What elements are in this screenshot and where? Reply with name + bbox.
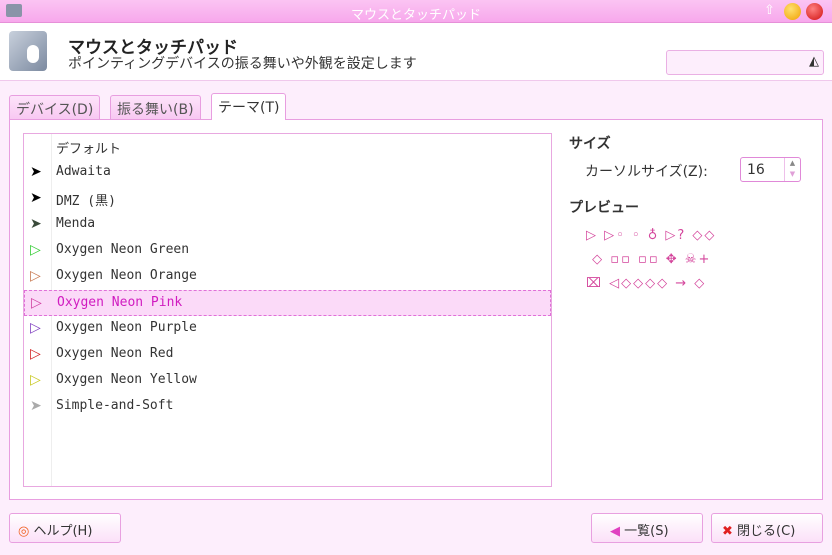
- close-window-button[interactable]: [806, 3, 823, 20]
- close-icon: ✖: [722, 524, 733, 539]
- tab-theme[interactable]: テーマ(T): [211, 93, 287, 120]
- window-title: マウスとタッチパッド: [350, 8, 481, 23]
- theme-label: Menda: [56, 216, 96, 231]
- theme-item[interactable]: ➤ Adwaita: [24, 160, 551, 186]
- back-arrow-icon: ◀: [610, 524, 620, 539]
- close-button[interactable]: ✖ 閉じる(C): [711, 513, 823, 543]
- theme-item[interactable]: ▷ Oxygen Neon Red: [24, 342, 551, 368]
- size-heading: サイズ: [569, 136, 611, 152]
- theme-label: Oxygen Neon Orange: [56, 268, 197, 283]
- theme-item[interactable]: ▷ Oxygen Neon Green: [24, 238, 551, 264]
- clear-icon[interactable]: ◭: [809, 54, 819, 69]
- close-label: 閉じる(C): [737, 524, 796, 539]
- theme-label: DMZ (黒): [56, 194, 116, 209]
- help-button[interactable]: ◎ ヘルプ(H): [9, 513, 121, 543]
- cursor-icon: ➤: [30, 398, 42, 414]
- page-subtitle: ポインティングデバイスの振る舞いや外観を設定します: [68, 56, 417, 72]
- cursor-icon: ▷: [30, 346, 41, 362]
- theme-item[interactable]: ➤ Simple-and-Soft: [24, 394, 551, 420]
- cursor-icon: ▷: [30, 268, 41, 284]
- header: マウスとタッチパッド ポインティングデバイスの振る舞いや外観を設定します ◭: [0, 23, 832, 81]
- overview-label: 一覧(S): [624, 524, 669, 539]
- preview-row: ▷ ▷◦ ◦ ♁ ▷? ◇◇: [586, 228, 717, 243]
- theme-label: Adwaita: [56, 164, 111, 179]
- theme-label: Oxygen Neon Red: [56, 346, 174, 361]
- help-icon: ◎: [18, 524, 30, 539]
- cursor-icon: [30, 138, 46, 156]
- theme-label: Oxygen Neon Green: [56, 242, 190, 257]
- cursor-size-value: 16: [747, 162, 765, 178]
- cursor-icon: ▷: [30, 320, 41, 336]
- preview-row: ◇ ▫▫ ▫▫ ✥ ☠+: [586, 252, 712, 267]
- cursor-icon: ▷: [31, 295, 42, 311]
- theme-item[interactable]: ▷ Oxygen Neon Pink: [24, 290, 551, 316]
- theme-label: Simple-and-Soft: [56, 398, 174, 413]
- theme-item[interactable]: ▷ Oxygen Neon Purple: [24, 316, 551, 342]
- cursor-icon: ➤: [30, 190, 42, 206]
- help-label: ヘルプ(H): [33, 524, 93, 539]
- theme-label: Oxygen Neon Yellow: [56, 372, 197, 387]
- theme-item[interactable]: デフォルト: [24, 134, 551, 160]
- spin-up-icon[interactable]: ▲: [785, 158, 800, 169]
- spin-down-icon[interactable]: ▼: [785, 169, 800, 180]
- theme-item[interactable]: ▷ Oxygen Neon Yellow: [24, 368, 551, 394]
- theme-item[interactable]: ➤ Menda: [24, 212, 551, 238]
- theme-item[interactable]: ➤ DMZ (黒): [24, 186, 551, 212]
- theme-label: Oxygen Neon Purple: [56, 320, 197, 335]
- theme-label: Oxygen Neon Pink: [57, 295, 183, 310]
- touchpad-icon: [9, 31, 47, 71]
- tab-devices[interactable]: デバイス(D): [9, 95, 101, 119]
- theme-label: デフォルト: [56, 142, 122, 157]
- minimize-button[interactable]: [784, 3, 801, 20]
- theme-item[interactable]: ▷ Oxygen Neon Orange: [24, 264, 551, 290]
- search-input[interactable]: ◭: [666, 50, 824, 75]
- title-bar: マウスとタッチパッド ⇧: [0, 0, 832, 23]
- cursor-icon: ➤: [30, 216, 42, 232]
- cursor-icon: ▷: [30, 372, 41, 388]
- cursor-preview: ▷ ▷◦ ◦ ♁ ▷? ◇◇ ◇ ▫▫ ▫▫ ✥ ☠+ ⌧ ◁◇◇◇◇ → ◇: [586, 224, 756, 296]
- cursor-size-label: カーソルサイズ(Z):: [585, 164, 708, 180]
- cursor-size-spinbox[interactable]: 16 ▲ ▼: [740, 157, 801, 182]
- preview-row: ⌧ ◁◇◇◇◇ → ◇: [586, 276, 707, 291]
- keep-above-icon[interactable]: ⇧: [764, 3, 775, 18]
- tab-behavior[interactable]: 振る舞い(B): [110, 95, 201, 119]
- theme-list[interactable]: デフォルト ➤ Adwaita ➤ DMZ (黒) ➤ Menda ▷ Oxygen Neon …: [23, 133, 552, 487]
- cursor-icon: ▷: [30, 242, 41, 258]
- cursor-icon: ➤: [30, 164, 42, 180]
- preview-heading: プレビュー: [569, 200, 639, 216]
- overview-button[interactable]: ◀ 一覧(S): [591, 513, 703, 543]
